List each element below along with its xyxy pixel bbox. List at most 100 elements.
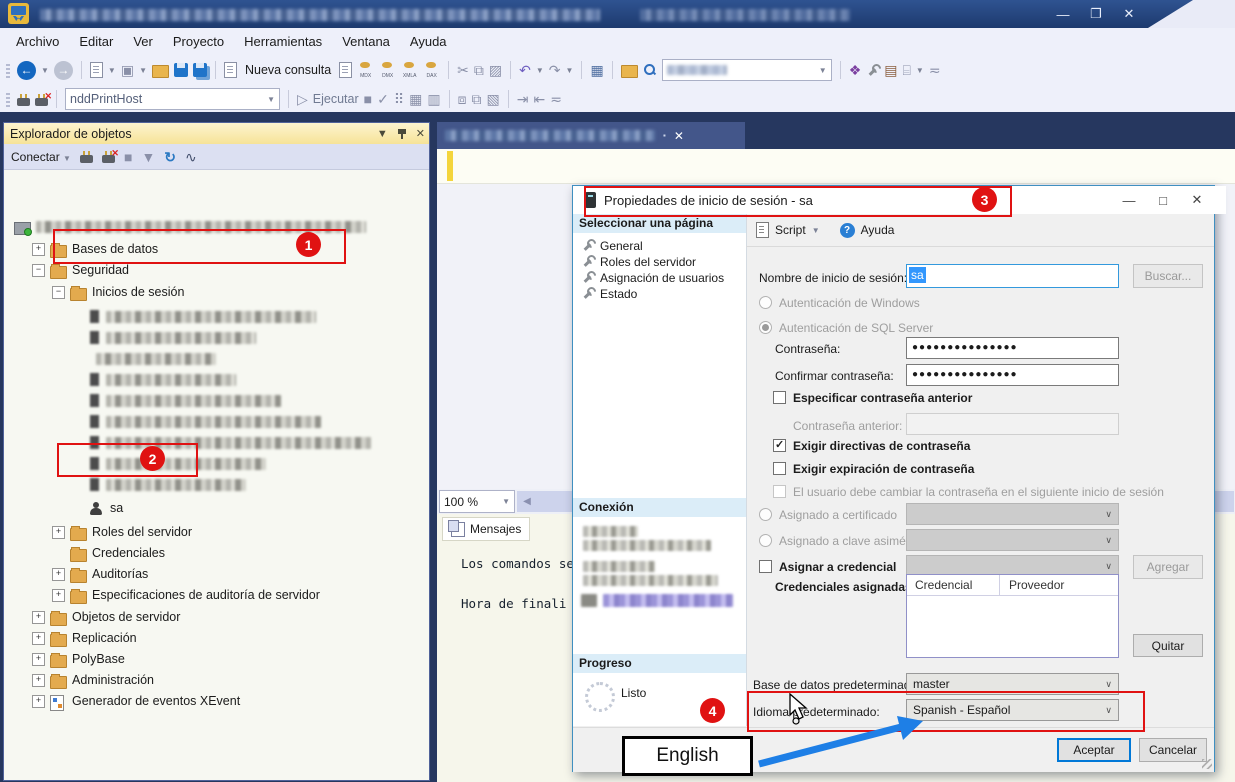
paste-icon[interactable]: ▨ (489, 62, 502, 78)
tree-row-server-objects[interactable]: + Objetos de servidor (4, 607, 429, 628)
save-all-icon[interactable] (193, 63, 207, 77)
tree-row-sa[interactable]: sa (4, 498, 429, 519)
mdx-query-icon[interactable]: MDX (357, 62, 374, 79)
toolbar-grip-2[interactable] (6, 91, 10, 107)
expander-icon[interactable]: + (32, 674, 45, 687)
back-dropdown-icon[interactable]: ▼ (41, 66, 49, 75)
script-dropdown-icon[interactable]: ▼ (812, 226, 820, 235)
oe-disconnect-icon[interactable]: ✕ (102, 155, 115, 163)
tree-row-credentials[interactable]: Credenciales (4, 543, 429, 564)
tree-row-logins[interactable]: − Inicios de sesión (4, 282, 429, 303)
map-credential-checkbox[interactable] (759, 560, 772, 573)
zoom-combo[interactable]: 100 % ▼ (439, 490, 515, 513)
menu-editar[interactable]: Editar (69, 31, 123, 52)
refresh-icon[interactable]: ↻ (164, 149, 176, 165)
auth-windows-radio[interactable] (759, 296, 772, 309)
tree-row-login-redacted[interactable] (4, 411, 429, 432)
xe-profiler-icon[interactable]: ❖ (849, 62, 862, 78)
new-query-icon[interactable] (224, 62, 237, 78)
add-item-dropdown-icon[interactable]: ▼ (139, 66, 147, 75)
query-options-icon[interactable]: ⧈ (458, 91, 467, 107)
editor-current-line[interactable] (437, 149, 1235, 184)
specify-old-password-checkbox[interactable] (773, 391, 786, 404)
parse-check-icon[interactable]: ✓ (377, 91, 389, 107)
results-grid-icon[interactable]: ▦ (409, 91, 422, 107)
pin-icon[interactable] (397, 128, 407, 140)
tree-row-audits[interactable]: + Auditorías (4, 564, 429, 585)
hscroll-left-arrow[interactable]: ◀ (517, 491, 537, 512)
query-editor-tab[interactable]: ▪ ✕ (437, 122, 745, 149)
dialog-resize-grip[interactable] (1202, 759, 1212, 769)
expander-icon[interactable]: + (32, 632, 45, 645)
toolbar2-overflow-icon[interactable]: ≂ (550, 91, 562, 107)
menu-ayuda[interactable]: Ayuda (400, 31, 457, 52)
login-name-input[interactable]: sa (906, 264, 1119, 288)
zoom-dropdown-icon[interactable]: ▼ (502, 497, 510, 506)
new-item-dropdown-icon[interactable]: ▼ (108, 66, 116, 75)
database-query-icon[interactable] (339, 62, 352, 78)
expander-icon[interactable]: − (52, 286, 65, 299)
tools-wrench-icon[interactable] (866, 64, 879, 77)
expander-icon[interactable]: + (52, 568, 65, 581)
page-item-user-mapping[interactable]: Asignación de usuarios (581, 270, 724, 285)
cut-icon[interactable]: ✂ (457, 62, 469, 78)
page-item-general[interactable]: General (581, 238, 643, 253)
tree-row-polybase[interactable]: + PolyBase (4, 649, 429, 670)
expander-icon[interactable]: + (32, 695, 45, 708)
enforce-expiration-checkbox[interactable] (773, 462, 786, 475)
tree-row-management[interactable]: + Administración (4, 670, 429, 691)
expander-icon[interactable]: + (32, 611, 45, 624)
tree-row-audit-specs[interactable]: + Especificaciones de auditoría de servi… (4, 585, 429, 606)
menu-proyecto[interactable]: Proyecto (163, 31, 234, 52)
view-connection-link-redacted[interactable] (603, 594, 733, 607)
open-file-icon[interactable] (152, 65, 169, 78)
tree-row-login-redacted[interactable] (4, 348, 429, 369)
database-combo[interactable]: nddPrintHost ▼ (65, 88, 280, 110)
expander-icon[interactable]: + (32, 243, 45, 256)
expander-icon[interactable]: + (52, 589, 65, 602)
oe-connect-icon[interactable] (80, 155, 93, 163)
tree-row-login-redacted[interactable] (4, 327, 429, 348)
console-icon[interactable]: ⌸ (902, 62, 910, 78)
dmx-query-icon[interactable]: DMX (379, 62, 396, 79)
undo-dropdown-icon[interactable]: ▼ (536, 66, 544, 75)
window-position-icon[interactable]: ▼ (377, 128, 388, 140)
dialog-minimize-icon[interactable]: — (1112, 186, 1146, 214)
panel-close-icon[interactable]: ✕ (416, 127, 425, 140)
auth-sql-radio[interactable] (759, 321, 772, 334)
password-input[interactable]: ●●●●●●●●●●●●●●● (906, 337, 1119, 359)
results-text-icon[interactable]: ▥ (427, 91, 440, 107)
toolbar-overflow-icon[interactable]: ≂ (929, 62, 941, 78)
tree-row-login-redacted[interactable] (4, 390, 429, 411)
ok-button[interactable]: Aceptar (1057, 738, 1131, 762)
menu-ver[interactable]: Ver (123, 31, 163, 52)
console-dropdown-icon[interactable]: ▼ (916, 66, 924, 75)
tree-row-login-redacted[interactable] (4, 306, 429, 327)
showplan-icon[interactable]: ⠿ (394, 91, 404, 107)
tree-row-login-redacted[interactable] (4, 474, 429, 495)
redo-icon[interactable]: ↷ (549, 62, 561, 78)
intellisense-icon[interactable]: ⧉ (471, 91, 481, 107)
tree-row-xevent[interactable]: + Generador de eventos XEvent (4, 691, 429, 712)
menu-herramientas[interactable]: Herramientas (234, 31, 332, 52)
mapped-credentials-list[interactable]: Credencial Proveedor (906, 574, 1119, 658)
execute-play-icon[interactable]: ▷ (297, 91, 308, 107)
remove-button[interactable]: Quitar (1133, 634, 1203, 657)
outdent-icon[interactable]: ⇤ (533, 91, 545, 107)
redo-dropdown-icon[interactable]: ▼ (566, 66, 574, 75)
tree-row-replication[interactable]: + Replicación (4, 628, 429, 649)
object-explorer-header[interactable]: Explorador de objetos ▼ ✕ (4, 123, 429, 144)
navigate-back-icon[interactable]: ← (17, 61, 36, 80)
copy-icon[interactable]: ⧉ (474, 62, 484, 78)
connect-plug-icon[interactable] (17, 98, 30, 106)
add-button[interactable]: Agregar (1133, 555, 1203, 579)
expander-icon[interactable]: − (32, 264, 45, 277)
toolbox-icon[interactable]: ▤ (884, 62, 897, 78)
indent-icon[interactable]: ⇥ (517, 91, 529, 107)
execute-button[interactable]: Ejecutar (313, 92, 359, 106)
dialog-close-icon[interactable]: ✕ (1180, 186, 1214, 214)
disconnect-plug-icon[interactable]: ✕ (35, 98, 48, 106)
restore-button[interactable]: ❐ (1083, 4, 1109, 24)
new-item-icon[interactable] (90, 62, 103, 78)
expander-icon[interactable]: + (32, 653, 45, 666)
